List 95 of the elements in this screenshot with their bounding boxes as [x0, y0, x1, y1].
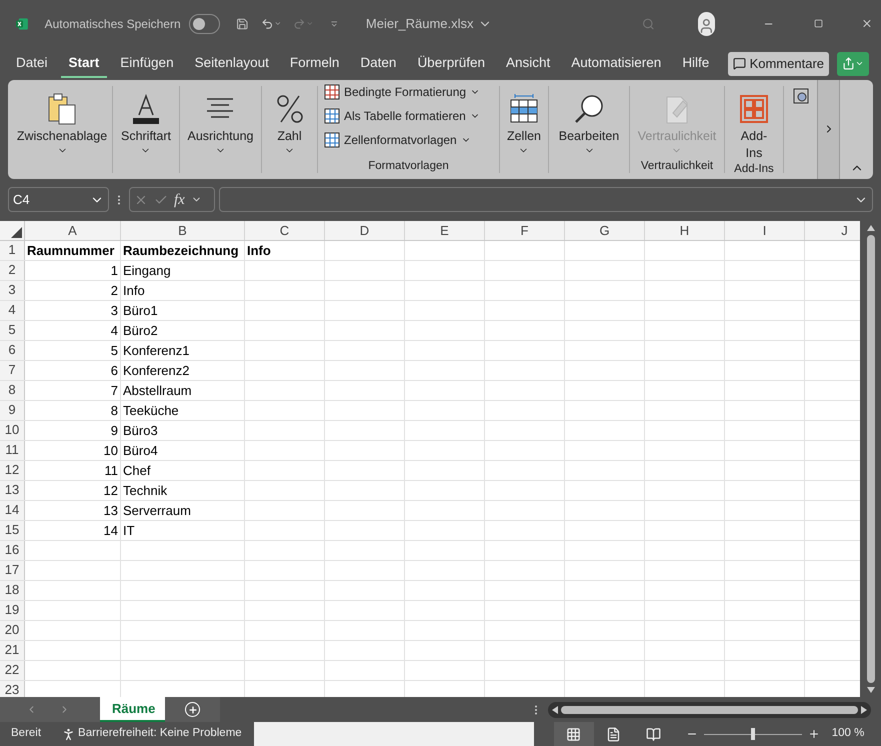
row-header[interactable]: 4 [0, 300, 25, 320]
file-name-button[interactable]: Meier_Räume.xlsx [366, 14, 492, 34]
ribbon-button[interactable]: Zellen [502, 86, 546, 174]
row-header[interactable]: 19 [0, 600, 25, 620]
column-header[interactable]: G [565, 220, 645, 240]
row-header[interactable]: 11 [0, 440, 25, 460]
table-cell-text: 8 [110, 402, 118, 420]
row-header[interactable]: 15 [0, 520, 25, 540]
table-cell-text: 6 [110, 362, 118, 380]
table-cell-text: Technik [123, 482, 168, 500]
menu-tab[interactable]: Seitenlayout [186, 50, 277, 78]
table-cell-text: 9 [110, 422, 118, 440]
table-cell-text: 10 [104, 442, 118, 460]
row-header[interactable]: 16 [0, 540, 25, 560]
table-cell-text: 14 [104, 522, 118, 540]
row-header[interactable]: 1 [0, 240, 25, 260]
ribbon-button[interactable]: Add-Ins [736, 86, 772, 162]
row-header[interactable]: 23 [0, 680, 25, 698]
ribbon-button[interactable]: Als Tabelle formatieren [324, 106, 480, 125]
table-cell-text: Eingang [123, 262, 171, 280]
column-header[interactable]: D [325, 220, 405, 240]
table-cell-text: 3 [110, 302, 118, 320]
row-header[interactable]: 17 [0, 560, 25, 580]
menu-tab[interactable]: Ansicht [498, 50, 558, 78]
insert-function-button[interactable]: fx [174, 188, 185, 212]
table-cell-text: 7 [110, 382, 118, 400]
menu-tab[interactable]: Datei [8, 50, 56, 78]
row-header[interactable]: 20 [0, 620, 25, 640]
table-cell-text: 13 [104, 502, 118, 520]
table-cell-text: 11 [104, 462, 118, 480]
column-header[interactable]: B [121, 220, 245, 240]
ribbon-group-label: Formatvorlagen [367, 159, 450, 174]
menu-tab[interactable]: Einfügen [112, 50, 182, 78]
table-cell-text: 1 [110, 262, 118, 280]
row-header[interactable]: 5 [0, 320, 25, 340]
menu-tab[interactable]: Hilfe [674, 50, 718, 78]
row-header[interactable]: 12 [0, 460, 25, 480]
autosave-label: Automatisches Speichern [44, 16, 181, 33]
row-header[interactable]: 8 [0, 380, 25, 400]
row-header[interactable]: 14 [0, 500, 25, 520]
ribbon-group-label: Add-Ins [733, 162, 775, 176]
row-header[interactable]: 6 [0, 340, 25, 360]
table-cell-text: 5 [110, 342, 118, 360]
table-cell-text: IT [123, 522, 135, 540]
row-header[interactable]: 22 [0, 660, 25, 680]
ribbon-button[interactable]: Bedingte Formatierung [324, 82, 480, 101]
ribbon-button[interactable]: Bearbeiten [554, 86, 624, 174]
column-header[interactable]: E [405, 220, 485, 240]
table-cell-text: Abstellraum [123, 382, 192, 400]
table-cell-text: Konferenz1 [123, 342, 190, 360]
row-header[interactable]: 10 [0, 420, 25, 440]
row-header[interactable]: 9 [0, 400, 25, 420]
comments-button[interactable]: Kommentare [728, 52, 829, 76]
status-text: Bereit [11, 726, 42, 742]
accessibility-status[interactable]: Barrierefreiheit: Keine Probleme [78, 725, 242, 743]
row-header[interactable]: 13 [0, 480, 25, 500]
table-cell-text: Info [123, 282, 145, 300]
table-cell-text: Raumbezeichnung [123, 242, 239, 260]
table-cell-text: 12 [104, 482, 118, 500]
zoom-percentage[interactable]: 100 % [832, 725, 864, 743]
sheet-tab[interactable]: Räume [100, 697, 165, 722]
table-cell-text: Konferenz2 [123, 362, 190, 380]
row-header[interactable]: 18 [0, 580, 25, 600]
table-cell-text: Info [247, 242, 271, 260]
column-header[interactable]: A [25, 220, 121, 240]
ribbon-group-label: Vertraulichkeit [640, 159, 714, 174]
table-cell-text: 2 [110, 282, 118, 300]
menu-tab[interactable]: Automatisieren [563, 50, 670, 78]
table-cell-text: Büro1 [123, 302, 158, 320]
menu-tab[interactable]: Daten [352, 50, 404, 78]
row-header[interactable]: 3 [0, 280, 25, 300]
table-cell-text: Teeküche [123, 402, 179, 420]
name-box[interactable]: C4 [8, 187, 109, 212]
ribbon-button[interactable]: Zwischenablage [12, 86, 112, 174]
menu-tab[interactable]: Start [60, 50, 108, 78]
ribbon-button[interactable]: Zellenformatvorlagen [324, 130, 471, 149]
menu-tab[interactable]: Formeln [282, 50, 348, 78]
column-header[interactable]: C [245, 220, 325, 240]
ribbon-button[interactable]: Ausrichtung [183, 86, 258, 174]
table-cell-text: 4 [110, 322, 118, 340]
table-cell-text: Chef [123, 462, 150, 480]
column-header[interactable]: H [645, 220, 725, 240]
table-cell-text: Raumnummer [27, 242, 114, 260]
table-cell-text: Büro3 [123, 422, 158, 440]
table-cell-text: Büro4 [123, 442, 158, 460]
ribbon-button[interactable]: Schriftart [116, 86, 175, 174]
row-header[interactable]: 2 [0, 260, 25, 280]
table-cell-text: Büro2 [123, 322, 158, 340]
table-cell-text: Serverraum [123, 502, 191, 520]
row-header[interactable]: 21 [0, 640, 25, 660]
column-header[interactable]: I [725, 220, 805, 240]
menu-tab[interactable]: Überprüfen [409, 50, 493, 78]
row-header[interactable]: 7 [0, 360, 25, 380]
ribbon-button[interactable]: Zahl [272, 86, 308, 174]
column-header[interactable]: F [485, 220, 565, 240]
